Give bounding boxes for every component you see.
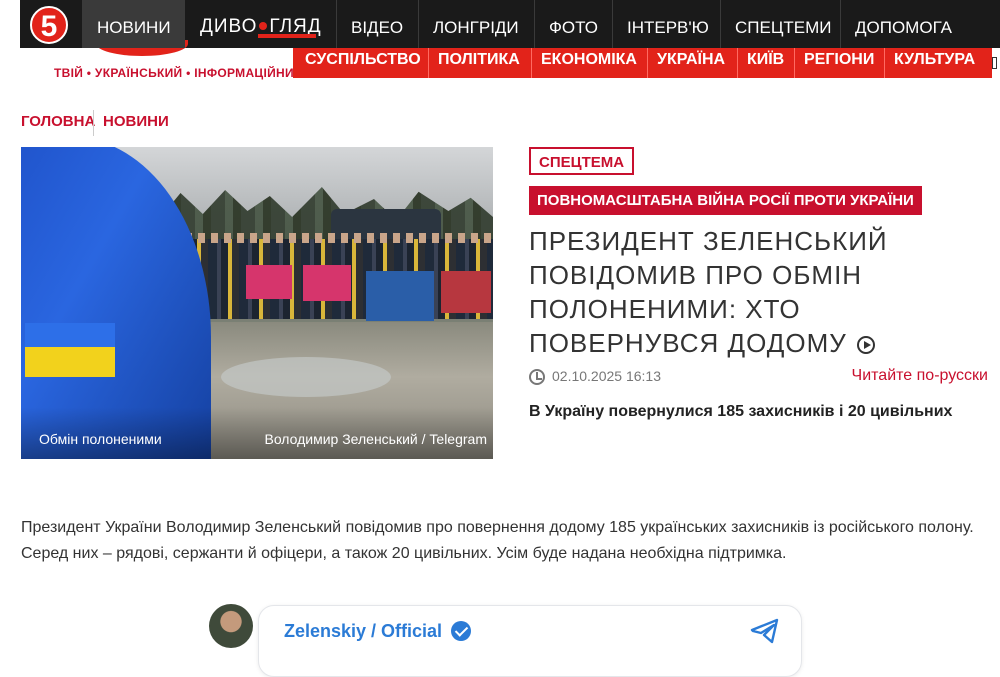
sub-nav-society[interactable]: СУСПІЛЬСТВО [296,48,430,78]
divohliad-dot-icon [259,22,268,30]
top-nav-special-topics[interactable]: СПЕЦТЕМИ [720,0,846,48]
sub-nav-economy[interactable]: ЕКОНОМІКА [531,48,646,78]
flag-patch-yellow [25,347,115,377]
article-headline: ПРЕЗИДЕНТ ЗЕЛЕНСЬКИЙ ПОВІДОМИВ ПРО ОБМІН… [529,224,989,360]
photo-flag-pink-2 [303,265,351,301]
slogan: ТВІЙ • УКРАЇНСЬКИЙ • ІНФОРМАЦІЙНИЙ [54,66,303,80]
menu-edge-icon [992,57,997,69]
breadcrumb-divider [93,110,94,136]
photo-heads [146,233,493,243]
publish-date: 02.10.2025 16:13 [552,368,661,384]
photo-flag-red [441,271,491,313]
photo-puddle [221,357,391,397]
top-nav-longreads[interactable]: ЛОНГРІДИ [418,0,533,48]
telegram-icon[interactable] [750,618,780,644]
topic-tag[interactable]: ПОВНОМАСШТАБНА ВІЙНА РОСІЇ ПРОТИ УКРАЇНИ [529,186,922,215]
photo-caption: Обмін полоненими [39,431,162,447]
telegram-channel-name[interactable]: Zelenskiy / Official [284,621,442,642]
sub-nav-culture[interactable]: КУЛЬТУРА [884,48,984,78]
breadcrumb-home[interactable]: ГОЛОВНА [21,113,95,130]
flag-patch-blue [25,323,115,349]
scroll-edge [992,48,1000,78]
photo-credit: Володимир Зеленський / Telegram [264,431,487,447]
sub-nav-regions[interactable]: РЕГІОНИ [794,48,883,78]
photo-flag-blue [366,271,434,321]
top-nav-photo[interactable]: ФОТО [534,0,612,48]
top-nav-help[interactable]: ДОПОМОГА [840,0,966,48]
sub-nav-kyiv[interactable]: КИЇВ [737,48,793,78]
headline-text: ПРЕЗИДЕНТ ЗЕЛЕНСЬКИЙ ПОВІДОМИВ ПРО ОБМІН… [529,226,888,358]
divohliad-left: ДИВО [200,16,258,37]
top-nav-interview[interactable]: ІНТЕРВ'Ю [612,0,723,48]
article-body: Президент України Володимир Зеленський п… [21,519,974,562]
read-in-russian-link[interactable]: Читайте по-русски [852,367,988,385]
divohliad-underline [258,34,316,38]
avatar[interactable] [209,604,253,648]
article-photo[interactable]: Обмін полоненими Володимир Зеленський / … [21,147,493,459]
photo-flag-pink-1 [246,265,292,299]
verified-icon [451,621,471,641]
top-nav-video[interactable]: ВІДЕО [336,0,417,48]
channel-5-logo[interactable]: 5 [30,6,68,44]
top-nav-news[interactable]: НОВИНИ [82,0,185,48]
sub-nav-ukraine[interactable]: УКРАЇНА [647,48,734,78]
sub-nav-politics[interactable]: ПОЛІТИКА [428,48,529,78]
play-icon[interactable] [856,336,875,355]
special-topic-tag[interactable]: СПЕЦТЕМА [529,147,635,175]
breadcrumb-news[interactable]: НОВИНИ [103,113,169,130]
clock-icon [529,369,545,385]
article-lead: В Україну повернулися 185 захисників і 2… [529,403,953,420]
